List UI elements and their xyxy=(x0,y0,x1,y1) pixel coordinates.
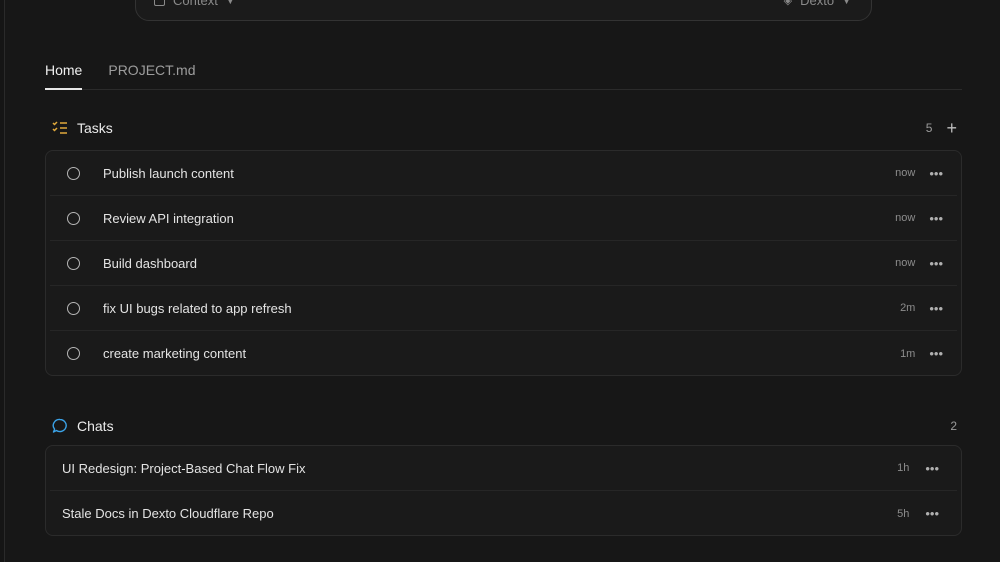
task-title: Publish launch content xyxy=(103,165,234,181)
chats-header: Chats 2 xyxy=(52,415,957,437)
left-rail xyxy=(0,0,5,562)
chat-row[interactable]: UI Redesign: Project-Based Chat Flow Fix… xyxy=(50,446,957,491)
task-row[interactable]: Publish launch content now ••• xyxy=(50,151,957,196)
model-label: Dexto xyxy=(800,0,835,8)
chat-row[interactable]: Stale Docs in Dexto Cloudflare Repo 5h •… xyxy=(50,491,957,536)
task-row[interactable]: create marketing content 1m ••• xyxy=(50,331,957,376)
composer-bar[interactable]: Context ▼ ◈ Dexto ▼ xyxy=(135,0,872,21)
tab-project-md[interactable]: PROJECT.md xyxy=(108,58,195,90)
tasks-count: 5 xyxy=(925,121,933,135)
chat-bubble-icon xyxy=(52,418,67,433)
chat-title: UI Redesign: Project-Based Chat Flow Fix xyxy=(62,460,306,476)
more-icon[interactable]: ••• xyxy=(925,462,939,475)
more-icon[interactable]: ••• xyxy=(929,347,943,360)
task-row[interactable]: Review API integration now ••• xyxy=(50,196,957,241)
more-icon[interactable]: ••• xyxy=(929,167,943,180)
task-time: 1m xyxy=(900,347,916,360)
task-title: fix UI bugs related to app refresh xyxy=(103,300,292,316)
more-icon[interactable]: ••• xyxy=(929,257,943,270)
task-checkbox[interactable] xyxy=(67,347,80,360)
task-row[interactable]: Build dashboard now ••• xyxy=(50,241,957,286)
chevron-down-icon: ▼ xyxy=(842,0,851,6)
task-time: now xyxy=(895,212,916,224)
tasks-title: Tasks xyxy=(77,120,113,136)
add-task-icon[interactable]: + xyxy=(946,119,957,137)
tab-home[interactable]: Home xyxy=(45,58,83,90)
tasks-header: Tasks 5 + xyxy=(52,117,957,139)
chat-time: 1h xyxy=(897,462,910,474)
task-checkbox[interactable] xyxy=(67,166,80,180)
task-row[interactable]: fix UI bugs related to app refresh 2m ••… xyxy=(50,286,957,331)
task-title: Review API integration xyxy=(103,210,234,226)
chevron-down-icon: ▼ xyxy=(225,0,235,6)
task-title: create marketing content xyxy=(103,346,247,361)
chats-title: Chats xyxy=(77,418,114,434)
model-icon: ◈ xyxy=(783,0,793,7)
more-icon[interactable]: ••• xyxy=(929,212,943,225)
context-icon xyxy=(154,0,165,6)
task-time: now xyxy=(895,167,916,179)
tab-bar: Home PROJECT.md xyxy=(45,58,962,90)
chat-title: Stale Docs in Dexto Cloudflare Repo xyxy=(62,506,274,521)
task-checkbox[interactable] xyxy=(67,211,80,225)
chat-time: 5h xyxy=(897,507,910,520)
task-title: Build dashboard xyxy=(103,255,197,271)
task-list-icon xyxy=(52,121,67,134)
task-time: now xyxy=(895,257,916,269)
task-checkbox[interactable] xyxy=(67,301,80,315)
chats-count: 2 xyxy=(950,419,957,433)
context-button[interactable]: Context ▼ xyxy=(154,0,235,8)
model-selector[interactable]: ◈ Dexto ▼ xyxy=(784,0,851,8)
task-time: 2m xyxy=(900,302,916,314)
more-icon[interactable]: ••• xyxy=(929,302,943,315)
chats-card: UI Redesign: Project-Based Chat Flow Fix… xyxy=(45,445,962,536)
context-label: Context xyxy=(173,0,218,8)
tasks-card: Publish launch content now ••• Review AP… xyxy=(45,150,962,376)
more-icon[interactable]: ••• xyxy=(925,507,939,520)
task-checkbox[interactable] xyxy=(67,256,80,270)
